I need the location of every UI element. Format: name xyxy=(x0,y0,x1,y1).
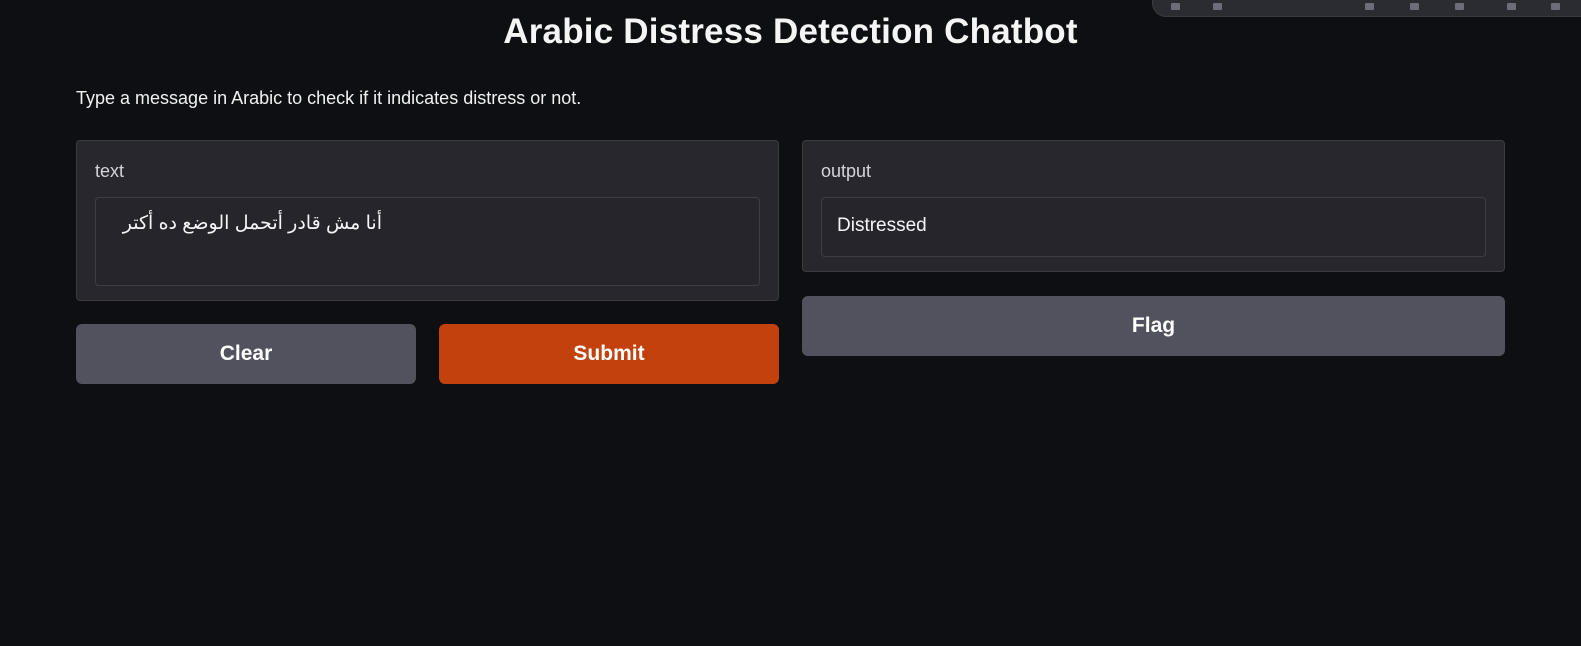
toolbar-bookmark-icon[interactable] xyxy=(1410,3,1419,10)
toolbar-pin-icon[interactable] xyxy=(1365,3,1374,10)
page-title: Arabic Distress Detection Chatbot xyxy=(503,12,1078,51)
input-panel: text أنا مش قادر أتحمل الوضع ده أكتر xyxy=(76,140,779,301)
input-label: text xyxy=(95,161,125,181)
toolbar-search-icon[interactable] xyxy=(1171,3,1180,10)
submit-button[interactable]: Submit xyxy=(439,324,779,384)
toolbar-comment-icon[interactable] xyxy=(1213,3,1222,10)
output-panel: output Distressed xyxy=(802,140,1505,272)
toolbar-window-icon[interactable] xyxy=(1507,3,1516,10)
clear-button[interactable]: Clear xyxy=(76,324,416,384)
output-label: output xyxy=(821,161,872,181)
message-text: أنا مش قادر أتحمل الوضع ده أكتر xyxy=(122,213,382,234)
toolbar-copy-icon[interactable] xyxy=(1455,3,1464,10)
page-description: Type a message in Arabic to check if it … xyxy=(76,88,582,108)
output-textbox[interactable]: Distressed xyxy=(821,197,1486,257)
toolbar-close-icon[interactable] xyxy=(1551,3,1560,10)
app-page: Arabic Distress Detection Chatbot Type a… xyxy=(0,0,1581,646)
message-textarea[interactable]: أنا مش قادر أتحمل الوضع ده أكتر xyxy=(95,197,760,286)
flag-button[interactable]: Flag xyxy=(802,296,1505,356)
